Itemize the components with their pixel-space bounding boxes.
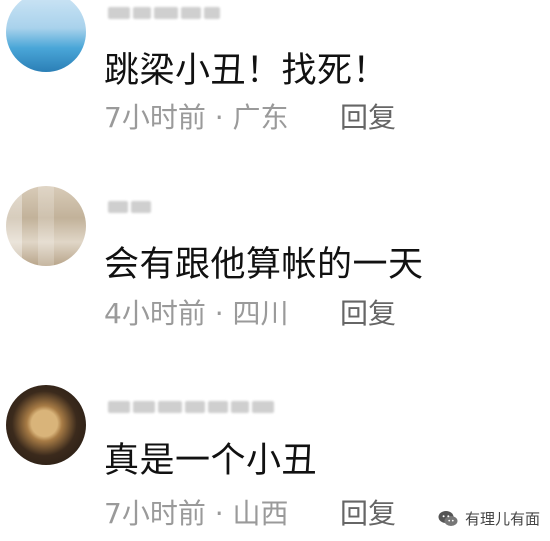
comment-item: 跳梁小丑！找死！ 7小时前 · 广东 回复 (0, 0, 550, 170)
comment-text: 跳梁小丑！找死！ (104, 51, 389, 91)
avatar[interactable] (6, 385, 86, 465)
blur-mask (185, 401, 205, 413)
comment-meta: 4小时前 · 四川 (104, 297, 289, 330)
reply-button[interactable]: 回复 (340, 96, 396, 136)
reply-button[interactable]: 回复 (340, 292, 396, 332)
reply-button[interactable]: 回复 (340, 492, 396, 532)
avatar[interactable] (6, 186, 86, 266)
blur-mask (231, 401, 249, 413)
avatar[interactable] (6, 0, 86, 72)
comment-meta: 7小时前 · 山西 (104, 497, 289, 530)
watermark: 有理儿有面 (437, 508, 540, 529)
blur-mask (108, 201, 128, 213)
blur-mask (158, 401, 182, 413)
blur-mask (133, 7, 151, 19)
username-blurred[interactable] (108, 198, 151, 216)
blur-mask (252, 401, 274, 413)
blur-mask (181, 7, 201, 19)
username-blurred[interactable] (108, 398, 274, 416)
watermark-label: 有理儿有面 (464, 510, 540, 528)
blur-mask (108, 7, 130, 19)
comment-meta: 7小时前 · 广东 (104, 101, 289, 134)
wechat-icon (437, 510, 459, 528)
comment-text: 真是一个小丑 (104, 441, 318, 481)
blur-mask (154, 7, 178, 19)
blur-mask (133, 401, 155, 413)
comment-item: 会有跟他算帐的一天 4小时前 · 四川 回复 (0, 180, 550, 350)
blur-mask (204, 7, 220, 19)
blur-mask (108, 401, 130, 413)
comment-text: 会有跟他算帐的一天 (104, 245, 424, 285)
username-blurred[interactable] (108, 4, 220, 22)
blur-mask (131, 201, 151, 213)
blur-mask (208, 401, 228, 413)
